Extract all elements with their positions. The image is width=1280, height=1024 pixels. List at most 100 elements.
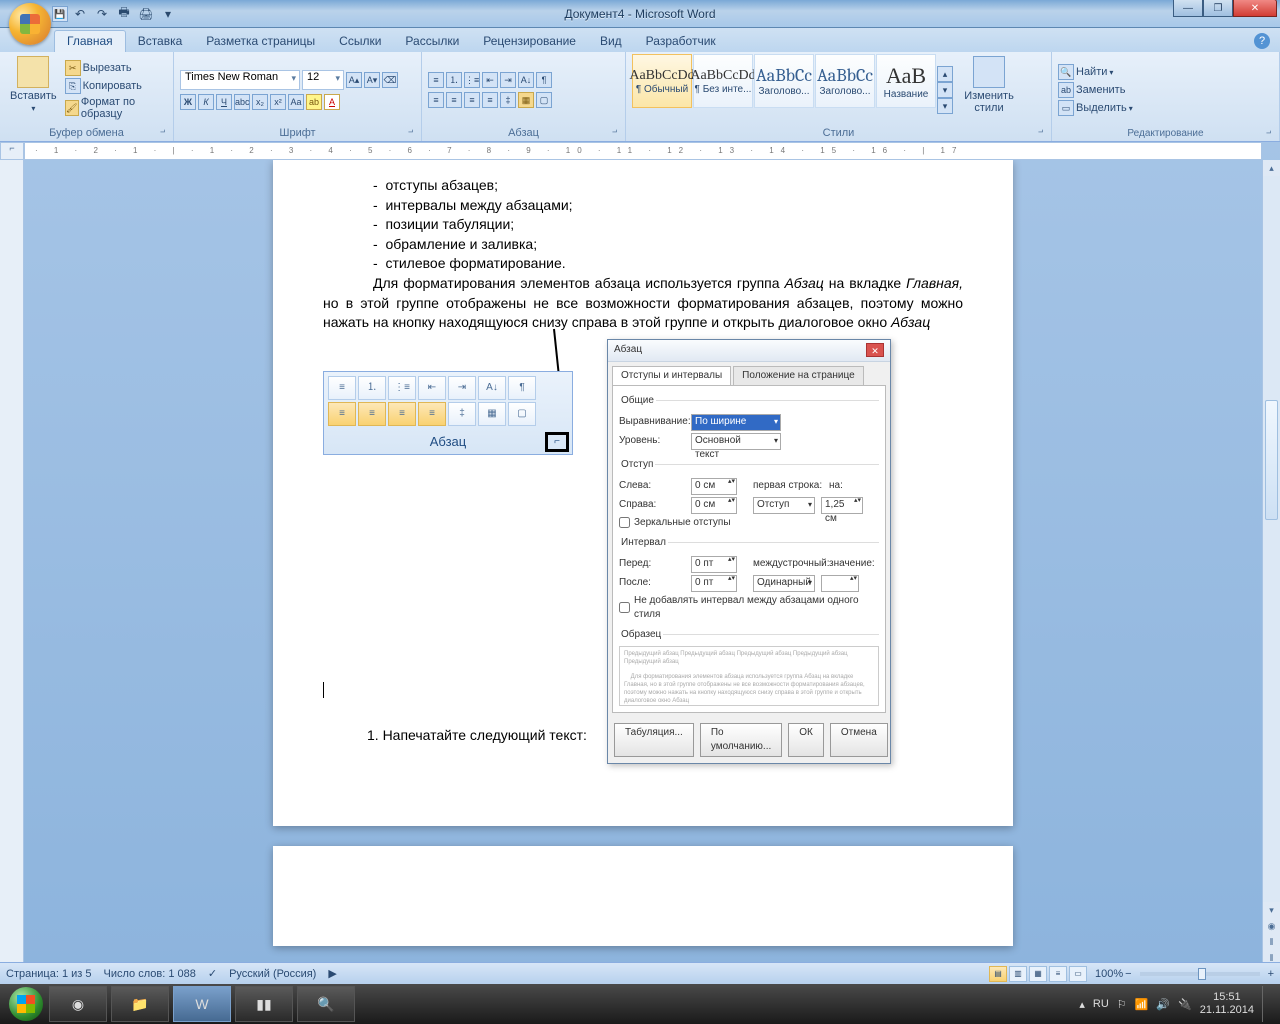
task-chrome[interactable]: ◉	[49, 986, 107, 1022]
shading-icon[interactable]: ▦	[518, 92, 534, 108]
styles-more-icon[interactable]: ▾	[937, 98, 953, 114]
qat-more-icon[interactable]: ▾	[158, 4, 178, 24]
scrollbar-thumb[interactable]	[1265, 400, 1278, 520]
office-button[interactable]	[9, 3, 51, 45]
horizontal-ruler[interactable]	[24, 142, 1262, 160]
web-view[interactable]: ▦	[1029, 966, 1047, 982]
tray-lang[interactable]: RU	[1093, 998, 1109, 1010]
tab-developer[interactable]: Разработчик	[634, 31, 728, 52]
quick-print-icon[interactable]: 🖨	[136, 4, 156, 24]
show-desktop-button[interactable]	[1262, 986, 1270, 1022]
line-spacing-icon[interactable]: ‡	[500, 92, 516, 108]
word-count[interactable]: Число слов: 1 088	[104, 968, 196, 980]
vertical-scrollbar[interactable]: ▴ ▾ ◉ ⫴ ⫴	[1262, 160, 1280, 966]
inc-indent-icon[interactable]: ⇥	[500, 72, 516, 88]
tray-clock[interactable]: 15:51 21.11.2014	[1200, 991, 1254, 1017]
style-h1[interactable]: AaBbCcЗаголово...	[754, 54, 814, 108]
redo-icon[interactable]: ↷	[92, 4, 112, 24]
tab-insert[interactable]: Вставка	[126, 31, 195, 52]
change-styles-button[interactable]: Изменить стили	[957, 54, 1021, 125]
page-1[interactable]: - отступы абзацев; - интервалы между абз…	[273, 160, 1013, 826]
task-word[interactable]: W	[173, 986, 231, 1022]
print-preview-icon[interactable]: 🖶	[114, 4, 134, 24]
draft-view[interactable]: ▭	[1069, 966, 1087, 982]
borders-icon[interactable]: ▢	[536, 92, 552, 108]
tab-review[interactable]: Рецензирование	[471, 31, 588, 52]
tray-action-icon[interactable]: ⚐	[1117, 998, 1127, 1011]
tray-network-icon[interactable]: 📶	[1135, 998, 1149, 1011]
outline-view[interactable]: ≡	[1049, 966, 1067, 982]
task-app2[interactable]: 🔍	[297, 986, 355, 1022]
style-title[interactable]: АаВНазвание	[876, 54, 936, 108]
tab-home[interactable]: Главная	[54, 30, 126, 52]
underline-icon[interactable]: Ч	[216, 94, 232, 110]
tab-references[interactable]: Ссылки	[327, 31, 393, 52]
clear-format-icon[interactable]: ⌫	[382, 72, 398, 88]
justify-icon[interactable]: ≡	[482, 92, 498, 108]
format-painter-button[interactable]: 🖌Формат по образцу	[65, 96, 167, 120]
document-viewport[interactable]: - отступы абзацев; - интервалы между абз…	[24, 160, 1262, 966]
font-name-select[interactable]: Times New Roman	[180, 70, 300, 90]
tab-layout[interactable]: Разметка страницы	[194, 31, 327, 52]
macro-icon[interactable]: ▶	[328, 967, 336, 980]
close-button[interactable]: ✕	[1233, 0, 1277, 17]
scroll-down-icon[interactable]: ▾	[1263, 902, 1280, 918]
font-color-icon[interactable]: A	[324, 94, 340, 110]
page-indicator[interactable]: Страница: 1 из 5	[6, 968, 92, 980]
save-icon[interactable]: 💾	[52, 6, 68, 22]
task-explorer[interactable]: 📁	[111, 986, 169, 1022]
italic-icon[interactable]: К	[198, 94, 214, 110]
zoom-level[interactable]: 100%	[1095, 968, 1123, 980]
tray-volume-icon[interactable]: 🔊	[1156, 998, 1170, 1011]
styles-gallery[interactable]: AaBbCcDd¶ Обычный AaBbCcDd¶ Без инте... …	[632, 54, 953, 125]
minimize-button[interactable]: —	[1173, 0, 1203, 17]
numbering-icon[interactable]: ⒈	[446, 72, 462, 88]
bullets-icon[interactable]: ≡	[428, 72, 444, 88]
strike-icon[interactable]: abc	[234, 94, 250, 110]
grow-font-icon[interactable]: A▴	[346, 72, 362, 88]
cut-button[interactable]: ✂Вырезать	[65, 60, 167, 76]
tab-view[interactable]: Вид	[588, 31, 634, 52]
showmarks-icon[interactable]: ¶	[536, 72, 552, 88]
copy-button[interactable]: ⎘Копировать	[65, 78, 167, 94]
undo-icon[interactable]: ↶	[70, 4, 90, 24]
styles-up-icon[interactable]: ▴	[937, 66, 953, 82]
change-case-icon[interactable]: Aa	[288, 94, 304, 110]
style-h2[interactable]: AaBbCcЗаголово...	[815, 54, 875, 108]
task-app1[interactable]: ▮▮	[235, 986, 293, 1022]
vertical-ruler[interactable]	[0, 160, 24, 966]
align-right-icon[interactable]: ≡	[464, 92, 480, 108]
subscript-icon[interactable]: x₂	[252, 94, 268, 110]
tray-more-icon[interactable]: ▴	[1079, 998, 1085, 1011]
restore-button[interactable]: ❐	[1203, 0, 1233, 17]
zoom-slider[interactable]	[1140, 972, 1260, 976]
print-layout-view[interactable]: ▤	[989, 966, 1007, 982]
style-nospace[interactable]: AaBbCcDd¶ Без инте...	[693, 54, 753, 108]
superscript-icon[interactable]: x²	[270, 94, 286, 110]
help-icon[interactable]: ?	[1254, 33, 1270, 49]
page-2[interactable]	[273, 846, 1013, 946]
style-normal[interactable]: AaBbCcDd¶ Обычный	[632, 54, 692, 108]
tray-power-icon[interactable]: 🔌	[1178, 998, 1192, 1011]
spellcheck-icon[interactable]: ✓	[208, 967, 217, 980]
prev-page-icon[interactable]: ◉	[1263, 918, 1280, 934]
paste-button[interactable]: Вставить ▾	[6, 54, 61, 125]
font-size-select[interactable]: 12	[302, 70, 344, 90]
bold-icon[interactable]: Ж	[180, 94, 196, 110]
styles-down-icon[interactable]: ▾	[937, 82, 953, 98]
zoom-in-icon[interactable]: +	[1268, 968, 1274, 980]
multilevel-icon[interactable]: ⋮≡	[464, 72, 480, 88]
shrink-font-icon[interactable]: A▾	[364, 72, 380, 88]
zoom-thumb[interactable]	[1198, 968, 1206, 980]
align-center-icon[interactable]: ≡	[446, 92, 462, 108]
highlight-icon[interactable]: ab	[306, 94, 322, 110]
dec-indent-icon[interactable]: ⇤	[482, 72, 498, 88]
align-left-icon[interactable]: ≡	[428, 92, 444, 108]
browse-object-icon[interactable]: ⫴	[1263, 934, 1280, 950]
scroll-up-icon[interactable]: ▴	[1263, 160, 1280, 176]
sort-icon[interactable]: A↓	[518, 72, 534, 88]
language-indicator[interactable]: Русский (Россия)	[229, 968, 316, 980]
fullscreen-view[interactable]: ▥	[1009, 966, 1027, 982]
start-button[interactable]	[6, 984, 46, 1024]
ruler-corner[interactable]: ⌐	[0, 142, 24, 160]
